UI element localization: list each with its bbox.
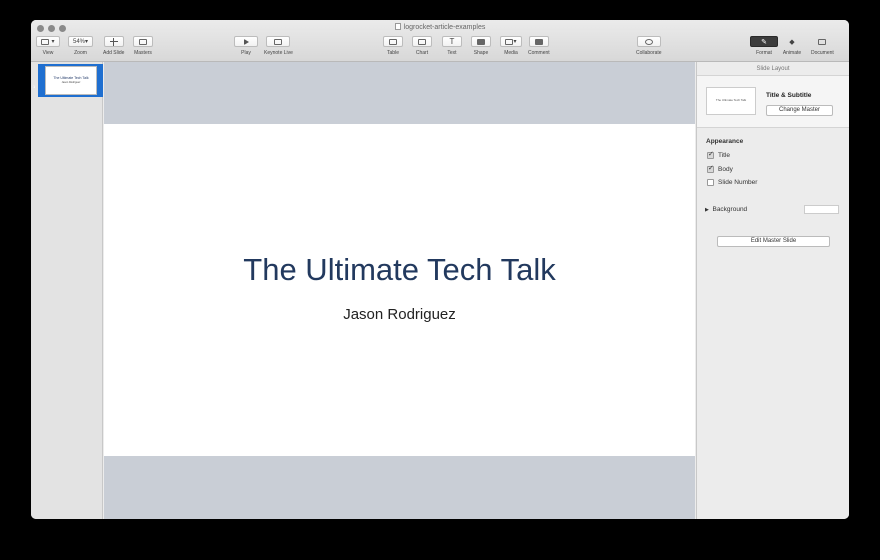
body-checkbox-label: Body <box>718 166 733 173</box>
window-title: logrocket-article-examples <box>31 23 849 31</box>
masters-icon <box>139 38 147 45</box>
slide-subtitle[interactable]: Jason Rodriguez <box>104 306 695 323</box>
change-master-button[interactable]: Change Master <box>766 105 833 116</box>
master-name: Title & Subtitle <box>766 92 812 99</box>
text-button[interactable]: T Text <box>442 36 462 56</box>
title-checkbox[interactable] <box>707 150 714 159</box>
play-label: Play <box>241 50 251 56</box>
slide-number-checkbox-label: Slide Number <box>718 179 758 186</box>
keynote-live-button[interactable]: Keynote Live <box>264 36 293 56</box>
inspector-header: Slide Layout <box>697 62 849 76</box>
slide-thumbnail[interactable]: The Ultimate Tech Talk Jason Rodriguez <box>45 66 97 95</box>
masters-label: Masters <box>134 50 152 56</box>
chevron-down-icon: ▾ <box>513 39 517 45</box>
keynote-window: logrocket-article-examples ▾ View 54% ▾ Z… <box>31 20 849 519</box>
keynote-live-label: Keynote Live <box>264 50 293 56</box>
background-label: Background <box>712 206 748 213</box>
document-icon <box>394 23 401 30</box>
media-label: Media <box>504 50 518 56</box>
format-inspector: Slide Layout The Ultimate Tech Talk Titl… <box>696 62 849 519</box>
chevron-down-icon: ▾ <box>51 39 55 45</box>
master-thumbnail-title: The Ultimate Tech Talk <box>715 98 747 102</box>
document-inspector-icon <box>818 38 827 45</box>
window-title-text: logrocket-article-examples <box>403 24 486 31</box>
table-icon <box>389 38 397 45</box>
view-button[interactable]: ▾ View <box>36 36 60 56</box>
media-icon <box>505 38 514 45</box>
keynote-live-icon <box>274 38 283 45</box>
view-label: View <box>42 50 54 56</box>
background-color-well[interactable] <box>804 205 839 214</box>
comment-button[interactable]: Comment <box>528 36 550 56</box>
zoom-label: Zoom <box>74 50 87 56</box>
master-box: The Ultimate Tech Talk Title & Subtitle … <box>697 76 849 128</box>
chart-icon <box>418 38 426 45</box>
text-icon: T <box>449 37 455 46</box>
comment-icon <box>534 38 543 45</box>
slide-number-checkbox-row[interactable]: Slide Number <box>707 179 757 186</box>
add-slide-label: Add Slide <box>103 50 125 56</box>
comment-label: Comment <box>528 50 550 56</box>
document-label: Document <box>811 50 834 56</box>
slide-title[interactable]: The Ultimate Tech Talk <box>104 252 695 288</box>
edit-master-slide-button[interactable]: Edit Master Slide <box>717 236 830 247</box>
masters-button[interactable]: Masters <box>133 36 153 56</box>
shape-button[interactable]: Shape <box>471 36 491 56</box>
master-thumbnail[interactable]: The Ultimate Tech Talk <box>706 87 756 115</box>
body-checkbox[interactable] <box>707 164 714 173</box>
collaborate-button[interactable]: Collaborate <box>636 36 662 56</box>
add-slide-button[interactable]: Add Slide <box>103 36 124 56</box>
slide-number-checkbox[interactable] <box>707 179 714 186</box>
animate-label: Animate <box>782 50 802 56</box>
table-label: Table <box>387 50 399 56</box>
slide-navigator: 1 The Ultimate Tech Talk Jason Rodriguez <box>31 62 103 519</box>
media-button[interactable]: ▾ Media <box>500 36 522 56</box>
collaborate-icon <box>644 38 653 45</box>
collaborate-label: Collaborate <box>636 50 662 56</box>
format-paintbrush-icon: ✎ <box>761 38 767 46</box>
slide[interactable]: The Ultimate Tech Talk Jason Rodriguez <box>104 124 695 456</box>
text-label: Text <box>447 50 457 56</box>
slide-thumbnail-title: The Ultimate Tech Talk <box>53 76 89 80</box>
animate-button[interactable]: ◆ Animate <box>782 36 802 57</box>
play-icon <box>243 38 249 45</box>
play-button[interactable]: Play <box>234 36 258 56</box>
shape-icon <box>477 38 485 45</box>
zoom-value: 54% <box>72 38 85 45</box>
slide-thumbnail-subtitle: Jason Rodriguez <box>61 81 81 84</box>
format-label: Format <box>756 50 772 56</box>
chart-label: Chart <box>415 50 429 56</box>
slide-number: 1 <box>33 84 36 89</box>
title-checkbox-row[interactable]: Title <box>707 150 731 159</box>
title-checkbox-label: Title <box>718 152 731 159</box>
plus-icon <box>109 37 118 46</box>
table-button[interactable]: Table <box>383 36 403 56</box>
toolbar: logrocket-article-examples ▾ View 54% ▾ Z… <box>31 20 849 62</box>
background-row[interactable]: ▶ Background <box>705 206 747 213</box>
chart-button[interactable]: Chart <box>412 36 432 56</box>
shape-label: Shape <box>473 50 489 56</box>
disclosure-triangle-icon[interactable]: ▶ <box>705 207 709 213</box>
format-button[interactable]: ✎ Format <box>750 36 778 56</box>
appearance-heading: Appearance <box>706 138 744 145</box>
body-checkbox-row[interactable]: Body <box>707 164 733 173</box>
view-icon <box>41 38 50 45</box>
chevron-down-icon: ▾ <box>85 39 89 45</box>
slide-canvas: The Ultimate Tech Talk Jason Rodriguez <box>104 62 695 519</box>
animate-icon: ◆ <box>789 38 795 46</box>
zoom-button[interactable]: 54% ▾ Zoom <box>68 36 93 56</box>
document-button[interactable]: Document <box>811 36 834 56</box>
